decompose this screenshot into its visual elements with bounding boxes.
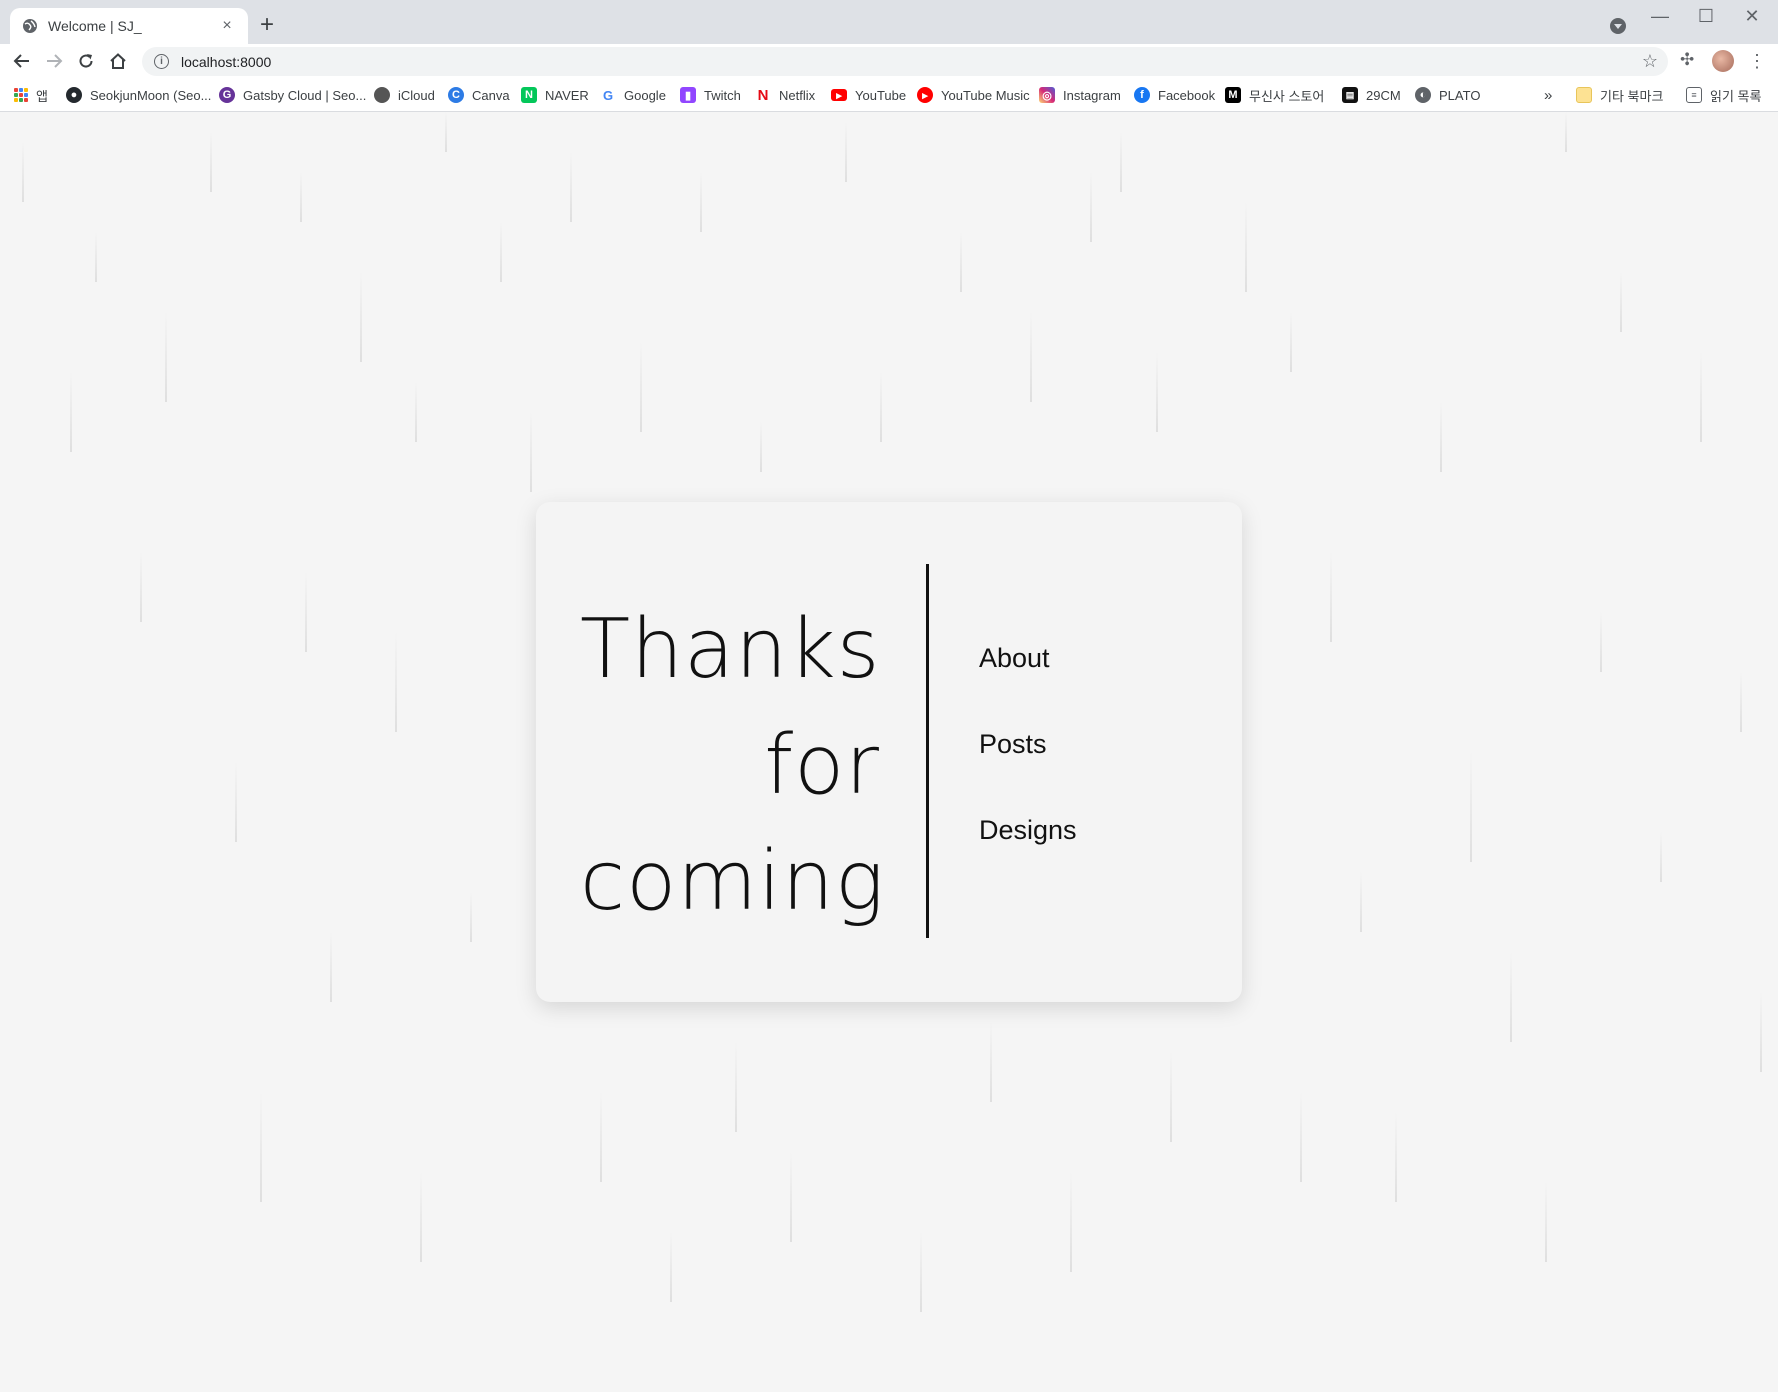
- extensions-icon[interactable]: ✣: [1680, 50, 1694, 70]
- profile-avatar[interactable]: [1712, 50, 1734, 72]
- facebook-icon: f: [1134, 87, 1150, 103]
- bookmark-netflix[interactable]: N Netflix: [755, 85, 815, 105]
- maximize-button[interactable]: ☐: [1684, 6, 1728, 27]
- bookmark-29cm[interactable]: ▤ 29CM: [1342, 85, 1401, 105]
- vertical-divider: [926, 564, 929, 938]
- netflix-icon: N: [755, 87, 771, 104]
- bookmark-github[interactable]: ● SeokjunMoon (Seo...: [66, 85, 211, 105]
- bookmark-label: YouTube: [855, 87, 907, 103]
- bookmark-label: Twitch: [704, 87, 741, 103]
- tab-strip: Welcome | SJ_ × + — ☐ ✕: [0, 0, 1778, 44]
- bookmark-youtube[interactable]: ▸ YouTube: [831, 85, 906, 105]
- browser-tab[interactable]: Welcome | SJ_ ×: [10, 8, 248, 44]
- bookmark-label: iCloud: [398, 87, 435, 103]
- bookmark-label: 29CM: [1366, 87, 1401, 103]
- reading-list-icon: ≡: [1686, 87, 1702, 103]
- folder-icon: [1576, 87, 1592, 103]
- more-menu-icon[interactable]: ⋮: [1748, 50, 1766, 72]
- youtube-icon: ▸: [831, 89, 847, 102]
- tab-title: Welcome | SJ_: [48, 18, 142, 34]
- designs-link[interactable]: Designs: [979, 814, 1077, 900]
- back-arrow-icon: [13, 54, 29, 68]
- bookmark-label: 기타 북마크: [1600, 88, 1664, 104]
- bookmark-star-icon[interactable]: ☆: [1642, 51, 1658, 72]
- bookmark-label: Google: [624, 87, 666, 103]
- welcome-headline: Thanks for coming: [580, 592, 886, 940]
- reload-icon: [79, 54, 93, 68]
- about-link[interactable]: About: [979, 642, 1077, 728]
- home-button[interactable]: [106, 50, 130, 72]
- address-bar[interactable]: i localhost:8000 ☆: [142, 47, 1668, 76]
- headline-line: for: [764, 718, 880, 813]
- bookmark-label: Facebook: [1158, 87, 1216, 103]
- site-info-icon[interactable]: i: [154, 54, 169, 69]
- bookmark-instagram[interactable]: ◎ Instagram: [1039, 85, 1121, 105]
- site-menu: About Posts Designs: [979, 642, 1077, 900]
- bookmark-label: Gatsby Cloud | Seo...: [243, 87, 367, 103]
- bookmark-apps[interactable]: 앱: [14, 85, 48, 105]
- url-text[interactable]: localhost:8000: [181, 54, 271, 70]
- instagram-icon: ◎: [1039, 87, 1055, 103]
- browser-toolbar: i localhost:8000 ☆: [0, 44, 1778, 78]
- tab-close-icon[interactable]: ×: [218, 17, 236, 35]
- bookmark-label: 읽기 목록: [1710, 88, 1762, 104]
- bookmark-icloud[interactable]: iCloud: [374, 85, 435, 105]
- page-background: Thanks for coming About Posts Designs: [0, 112, 1778, 1392]
- apple-icon: [374, 87, 390, 103]
- close-window-button[interactable]: ✕: [1730, 6, 1774, 27]
- bookmark-google[interactable]: G Google: [600, 85, 666, 105]
- headline-line: Thanks: [580, 602, 881, 697]
- apps-grid-icon: [14, 88, 28, 102]
- bookmark-canva[interactable]: C Canva: [448, 85, 510, 105]
- bookmarks-bar: 앱 ● SeokjunMoon (Seo... G Gatsby Cloud |…: [0, 78, 1778, 112]
- back-button[interactable]: [10, 50, 34, 72]
- bookmark-label: Instagram: [1063, 87, 1121, 103]
- globe-icon: ◐: [1415, 87, 1431, 103]
- tab-search-icon[interactable]: [1610, 18, 1626, 34]
- minimize-button[interactable]: —: [1638, 6, 1682, 27]
- bookmark-other-folder[interactable]: 기타 북마크: [1576, 85, 1663, 105]
- bookmark-label: SeokjunMoon (Seo...: [90, 87, 212, 103]
- github-icon: ●: [66, 87, 82, 103]
- welcome-card: Thanks for coming About Posts Designs: [536, 502, 1242, 1002]
- reload-button[interactable]: [74, 50, 98, 72]
- bookmark-gatsby[interactable]: G Gatsby Cloud | Seo...: [219, 85, 366, 105]
- bookmark-label: 앱: [36, 88, 48, 104]
- bookmarks-overflow-button[interactable]: »: [1544, 85, 1552, 105]
- youtube-music-icon: ▸: [917, 87, 933, 103]
- bookmark-twitch[interactable]: ▮ Twitch: [680, 85, 741, 105]
- google-icon: G: [600, 87, 616, 103]
- bookmark-label: Netflix: [779, 87, 816, 103]
- canva-icon: C: [448, 87, 464, 103]
- gatsby-icon: G: [219, 87, 235, 103]
- bookmark-naver[interactable]: N NAVER: [521, 85, 589, 105]
- naver-icon: N: [521, 87, 537, 103]
- bookmark-label: NAVER: [545, 87, 589, 103]
- 29cm-icon: ▤: [1342, 87, 1358, 103]
- globe-icon: [23, 19, 37, 33]
- posts-link[interactable]: Posts: [979, 728, 1077, 814]
- headline-line: coming: [580, 834, 886, 929]
- bookmark-label: Canva: [472, 87, 510, 103]
- bookmark-label: 무신사 스토어: [1249, 88, 1325, 104]
- new-tab-button[interactable]: +: [260, 13, 274, 37]
- bookmark-facebook[interactable]: f Facebook: [1134, 85, 1215, 105]
- bookmark-musinsa[interactable]: M 무신사 스토어: [1225, 85, 1324, 105]
- forward-button[interactable]: [42, 50, 66, 72]
- twitch-icon: ▮: [680, 87, 696, 103]
- musinsa-icon: M: [1225, 87, 1241, 103]
- bookmark-label: YouTube Music: [941, 87, 1030, 103]
- bookmark-plato[interactable]: ◐ PLATO: [1415, 85, 1480, 105]
- forward-arrow-icon: [47, 54, 63, 68]
- bookmark-youtube-music[interactable]: ▸ YouTube Music: [917, 85, 1030, 105]
- bookmark-label: PLATO: [1439, 87, 1481, 103]
- reading-list-button[interactable]: ≡ 읽기 목록: [1686, 85, 1761, 105]
- home-icon: [110, 53, 126, 69]
